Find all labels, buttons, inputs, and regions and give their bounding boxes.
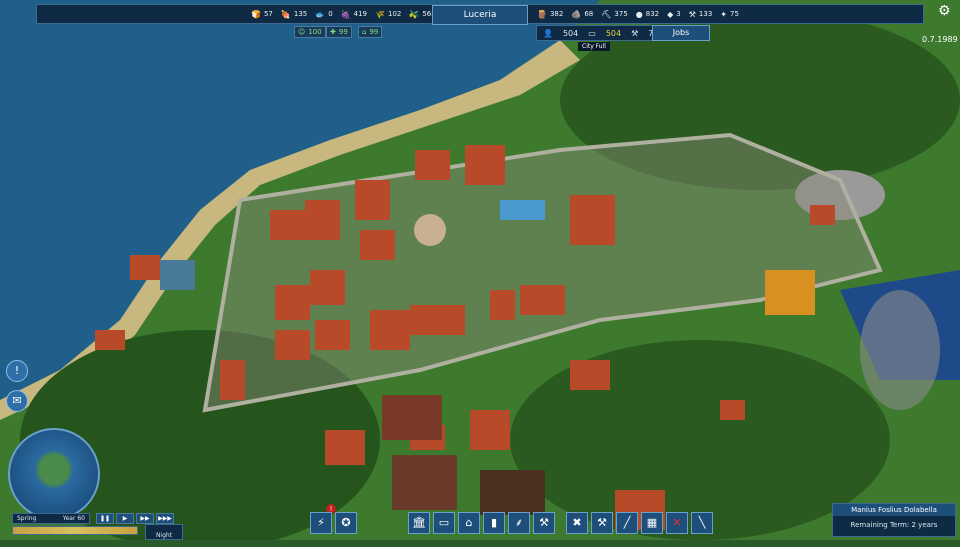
play-button[interactable]: ▶ <box>116 513 134 524</box>
season-label: Spring <box>17 515 37 522</box>
resource-value: 3 <box>676 10 681 18</box>
marble-icon: ◆ <box>667 9 674 19</box>
toolbar-left: ⚡ ✪ <box>310 512 357 536</box>
grapes-icon: 🍇 <box>340 9 351 19</box>
version-label: 0.7.1989 <box>922 35 958 44</box>
resource-value: 375 <box>614 10 628 18</box>
toolbar-buildings: 🏛 ▭ ⌂ ▮ ⸙ ⚒ <box>408 512 555 536</box>
resource-value: 75 <box>730 10 739 18</box>
population-value: 504 <box>562 28 579 38</box>
wheat-icon: 🌾 <box>375 9 385 19</box>
temple-icon[interactable]: ⌂ <box>458 512 480 534</box>
governor-term: Remaining Term: 2 years <box>850 521 938 529</box>
sword-icon[interactable]: ╲ <box>691 512 713 534</box>
resource-iron[interactable]: ⛏ 375 <box>601 10 628 19</box>
temple-icon: ⌂ <box>362 28 367 36</box>
game-world[interactable] <box>0 0 960 540</box>
resource-value: 382 <box>549 10 564 18</box>
year-timeline <box>12 526 138 535</box>
column-icon[interactable]: ▮ <box>483 512 505 534</box>
resource-tools[interactable]: ⚒ 133 <box>689 10 713 19</box>
resource-value: 68 <box>584 10 594 18</box>
cancel-icon[interactable]: ✕ <box>666 512 688 534</box>
laurel-icon[interactable]: ✪ <box>335 512 357 534</box>
pause-button[interactable]: ❚❚ <box>96 513 114 524</box>
power-icon[interactable]: ⚡ <box>310 512 332 534</box>
alert-icon[interactable]: ! <box>6 360 28 382</box>
olive-icon: 🫒 <box>409 9 420 19</box>
resource-stone[interactable]: 🪨 68 <box>571 10 593 19</box>
minimap[interactable] <box>8 428 100 520</box>
resource-value: 419 <box>353 10 368 18</box>
fastest-button[interactable]: ▶▶▶ <box>156 513 174 524</box>
resource-gold[interactable]: ● 832 <box>636 10 659 19</box>
temple-value: 99 <box>369 28 379 36</box>
resource-grapes[interactable]: 🍇 419 <box>341 10 367 19</box>
governor-panel[interactable]: Manius Foslius Dolabella Remaining Term:… <box>832 503 956 537</box>
resource-value: 135 <box>293 10 308 18</box>
resource-value: 133 <box>698 10 713 18</box>
happiness-value: 100 <box>308 28 322 36</box>
resource-meat[interactable]: 🍖 135 <box>281 10 307 19</box>
government-icon[interactable]: 🏛 <box>408 512 430 534</box>
resource-cloth[interactable]: ✦ 75 <box>720 10 739 19</box>
gold-icon: ● <box>635 9 643 19</box>
speed-controls: ❚❚ ▶ ▶▶ ▶▶▶ <box>96 513 174 524</box>
iron-icon: ⛏ <box>601 9 612 19</box>
resource-bread[interactable]: 🍞 57 <box>251 10 273 19</box>
cloth-icon: ✦ <box>720 9 727 19</box>
industry-icon[interactable]: ⚒ <box>533 512 555 534</box>
resource-marble[interactable]: ◆ 3 <box>667 10 681 19</box>
time-of-day: Night <box>145 524 183 540</box>
chat-icon[interactable]: ✉ <box>6 390 28 412</box>
unemployed-icon: ⚒ <box>631 28 639 38</box>
season-panel: Spring Year 60 <box>12 513 90 524</box>
road-icon[interactable]: ╱ <box>616 512 638 534</box>
right-resources: 🪵 382 🪨 68 ⛏ 375 ● 832 ◆ 3 ⚒ 133 ✦ 75 <box>537 5 739 23</box>
gear-icon[interactable]: ⚙ <box>938 3 951 19</box>
health-stat[interactable]: ✚ 99 <box>326 26 352 38</box>
toolbar-tools: ✖ ⚒ ╱ ▦ ✕ ╲ <box>566 512 713 536</box>
left-resources: 🍞 57 🍖 135 🐟 0 🍇 419 🌾 102 🫒 568 <box>251 5 436 23</box>
health-icon: ✚ <box>330 28 336 36</box>
resource-value: 102 <box>387 10 402 18</box>
resource-value: 832 <box>645 10 660 18</box>
resource-wood[interactable]: 🪵 382 <box>537 10 563 19</box>
population-bar[interactable]: 👤 504 ▭ 504 ⚒ 77 <box>536 25 666 41</box>
tools-icon: ⚒ <box>688 9 696 19</box>
housing-value: 504 <box>605 28 622 38</box>
meat-icon: 🍖 <box>280 9 291 19</box>
fast-button[interactable]: ▶▶ <box>136 513 154 524</box>
jobs-button[interactable]: Jobs <box>652 25 710 41</box>
farm-icon[interactable]: ⸙ <box>508 512 530 534</box>
demolish-icon[interactable]: ✖ <box>566 512 588 534</box>
city-name-button[interactable]: Luceria <box>432 5 528 25</box>
wood-icon: 🪵 <box>537 9 547 19</box>
health-value: 99 <box>338 28 348 36</box>
happiness-icon: ☺ <box>298 28 306 36</box>
bread-icon: 🍞 <box>251 9 261 19</box>
resource-value: 57 <box>263 10 273 18</box>
wall-icon[interactable]: ▦ <box>641 512 663 534</box>
housing-icon[interactable]: ▭ <box>433 512 455 534</box>
year-label: Year 60 <box>62 515 85 522</box>
people-icon: 👤 <box>543 28 553 38</box>
repair-icon[interactable]: ⚒ <box>591 512 613 534</box>
stone-icon: 🪨 <box>571 9 582 19</box>
housing-icon: ▭ <box>588 28 596 38</box>
resource-wheat[interactable]: 🌾 102 <box>375 10 401 19</box>
temple-stat[interactable]: ⌂ 99 <box>358 26 383 38</box>
resource-fish[interactable]: 🐟 0 <box>315 10 332 19</box>
happiness-stat[interactable]: ☺ 100 <box>294 26 326 38</box>
resource-value: 0 <box>328 10 333 18</box>
fish-icon: 🐟 <box>315 9 326 19</box>
city-full-tooltip: City Full <box>578 42 610 51</box>
governor-name: Manius Foslius Dolabella <box>833 504 955 516</box>
